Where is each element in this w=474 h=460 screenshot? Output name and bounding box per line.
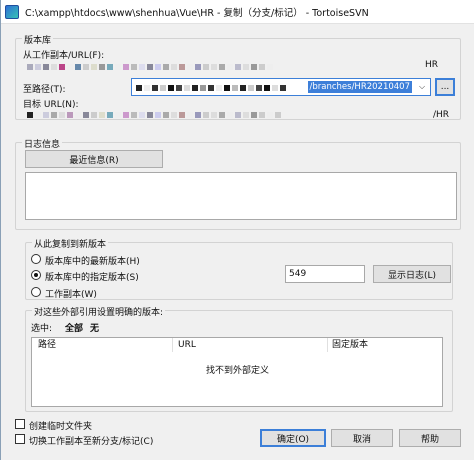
create-folders-label: 创建临时文件夹	[29, 422, 93, 432]
to-label: 至路径(T):	[23, 85, 66, 95]
title-bar: C:\xampp\htdocs\www\shenhua\Vue\HR - 复制（…	[1, 0, 474, 24]
column-separator	[172, 338, 173, 352]
ok-button[interactable]: 确定(O)	[260, 429, 326, 447]
redacted-from-url	[27, 62, 273, 71]
column-header-path[interactable]: 路径	[34, 338, 56, 353]
revision-input[interactable]: 549	[285, 265, 365, 283]
show-log-button[interactable]: 显示日志(L)	[373, 265, 451, 283]
help-button[interactable]: 帮助	[399, 429, 461, 447]
radio-head-revision-label: 版本库中的最新版本(H)	[45, 257, 140, 267]
radio-head-revision[interactable]	[31, 254, 41, 264]
select-all-link[interactable]: 全部	[65, 321, 83, 334]
browse-button[interactable]: ...	[435, 78, 455, 96]
switch-wc-label: 切换工作副本至新分支/标记(C)	[29, 437, 154, 447]
target-url-label: 目标 URL(N):	[23, 100, 79, 110]
from-url-suffix: HR	[425, 60, 439, 70]
recent-messages-button[interactable]: 最近信息(R)	[25, 150, 163, 168]
radio-specific-revision-label: 版本库中的指定版本(S)	[45, 273, 139, 283]
switch-wc-checkbox[interactable]	[15, 434, 25, 444]
select-none-link[interactable]: 无	[90, 321, 99, 334]
tortoisesvn-icon	[5, 4, 19, 19]
externals-empty-text: 找不到外部定义	[206, 366, 270, 376]
chevron-down-icon[interactable]: ⌵	[414, 79, 430, 95]
externals-group-label: 对这些外部引用设置明确的版本:	[32, 305, 166, 318]
to-path-selected-text: /branches/HR20210407	[307, 81, 412, 93]
window-title: C:\xampp\htdocs\www\shenhua\Vue\HR - 复制（…	[25, 7, 369, 19]
from-label: 从工作副本/URL(F):	[23, 51, 105, 61]
cancel-button[interactable]: 取消	[331, 429, 393, 447]
to-path-combobox[interactable]: /branches/HR20210407 ⌵	[131, 78, 431, 96]
radio-working-copy-label: 工作副本(W)	[45, 290, 97, 300]
log-message-textarea[interactable]	[25, 172, 457, 220]
redacted-to-path	[136, 83, 286, 92]
create-folders-checkbox[interactable]	[15, 419, 25, 429]
externals-list[interactable]: 路径 URL 固定版本 找不到外部定义	[31, 337, 443, 407]
column-header-url[interactable]: URL	[174, 338, 196, 353]
target-url-suffix: /HR	[433, 110, 450, 120]
column-header-pinned-revision[interactable]: 固定版本	[328, 338, 368, 353]
repository-group-label: 版本库	[22, 33, 54, 46]
radio-working-copy[interactable]	[31, 287, 41, 297]
radio-specific-revision[interactable]	[31, 270, 41, 280]
redacted-target-url	[27, 110, 281, 119]
copy-from-group-label: 从此复制到新版本	[32, 237, 109, 250]
copy-branch-dialog: C:\xampp\htdocs\www\shenhua\Vue\HR - 复制（…	[0, 0, 474, 460]
select-label: 选中:	[31, 324, 53, 334]
log-group-label: 日志信息	[22, 137, 63, 150]
